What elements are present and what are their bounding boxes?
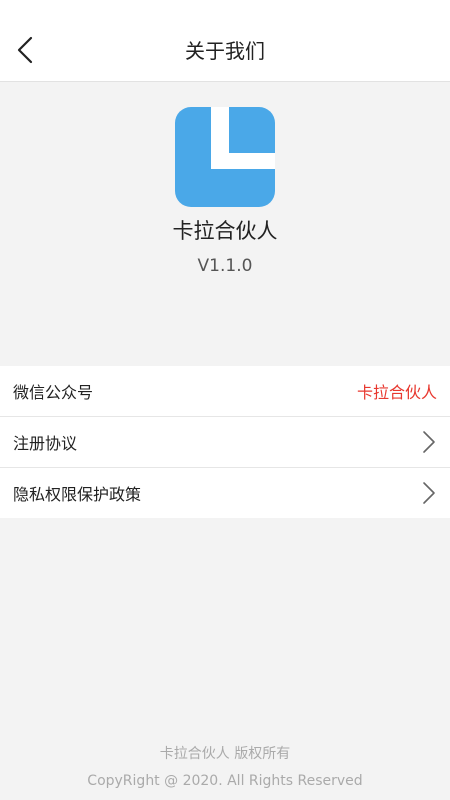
chevron-right-icon: [423, 482, 435, 504]
page-title: 关于我们: [185, 39, 265, 63]
list-item-label: 隐私权限保护政策: [13, 485, 142, 504]
wechat-account-value: 卡拉合伙人: [356, 383, 437, 402]
app-version: V1.1.0: [197, 256, 253, 276]
app-name: 卡拉合伙人: [172, 219, 278, 243]
list-item-registration-agreement[interactable]: 注册协议: [0, 416, 450, 467]
navigation-bar: 关于我们: [0, 0, 450, 82]
chevron-right-icon: [423, 431, 435, 453]
app-logo: [175, 107, 275, 207]
footer-rights: 卡拉合伙人 版权所有: [159, 746, 291, 762]
list-item-label: 注册协议: [13, 434, 78, 453]
footer-copyright: CopyRight @ 2020. All Rights Reserved: [87, 773, 363, 789]
list-item-privacy-policy[interactable]: 隐私权限保护政策: [0, 467, 450, 518]
list-item-label: 微信公众号: [13, 383, 94, 402]
settings-list: 微信公众号 卡拉合伙人 注册协议 隐私权限保护政策: [0, 366, 450, 518]
list-item-wechat-account[interactable]: 微信公众号 卡拉合伙人: [0, 366, 450, 416]
